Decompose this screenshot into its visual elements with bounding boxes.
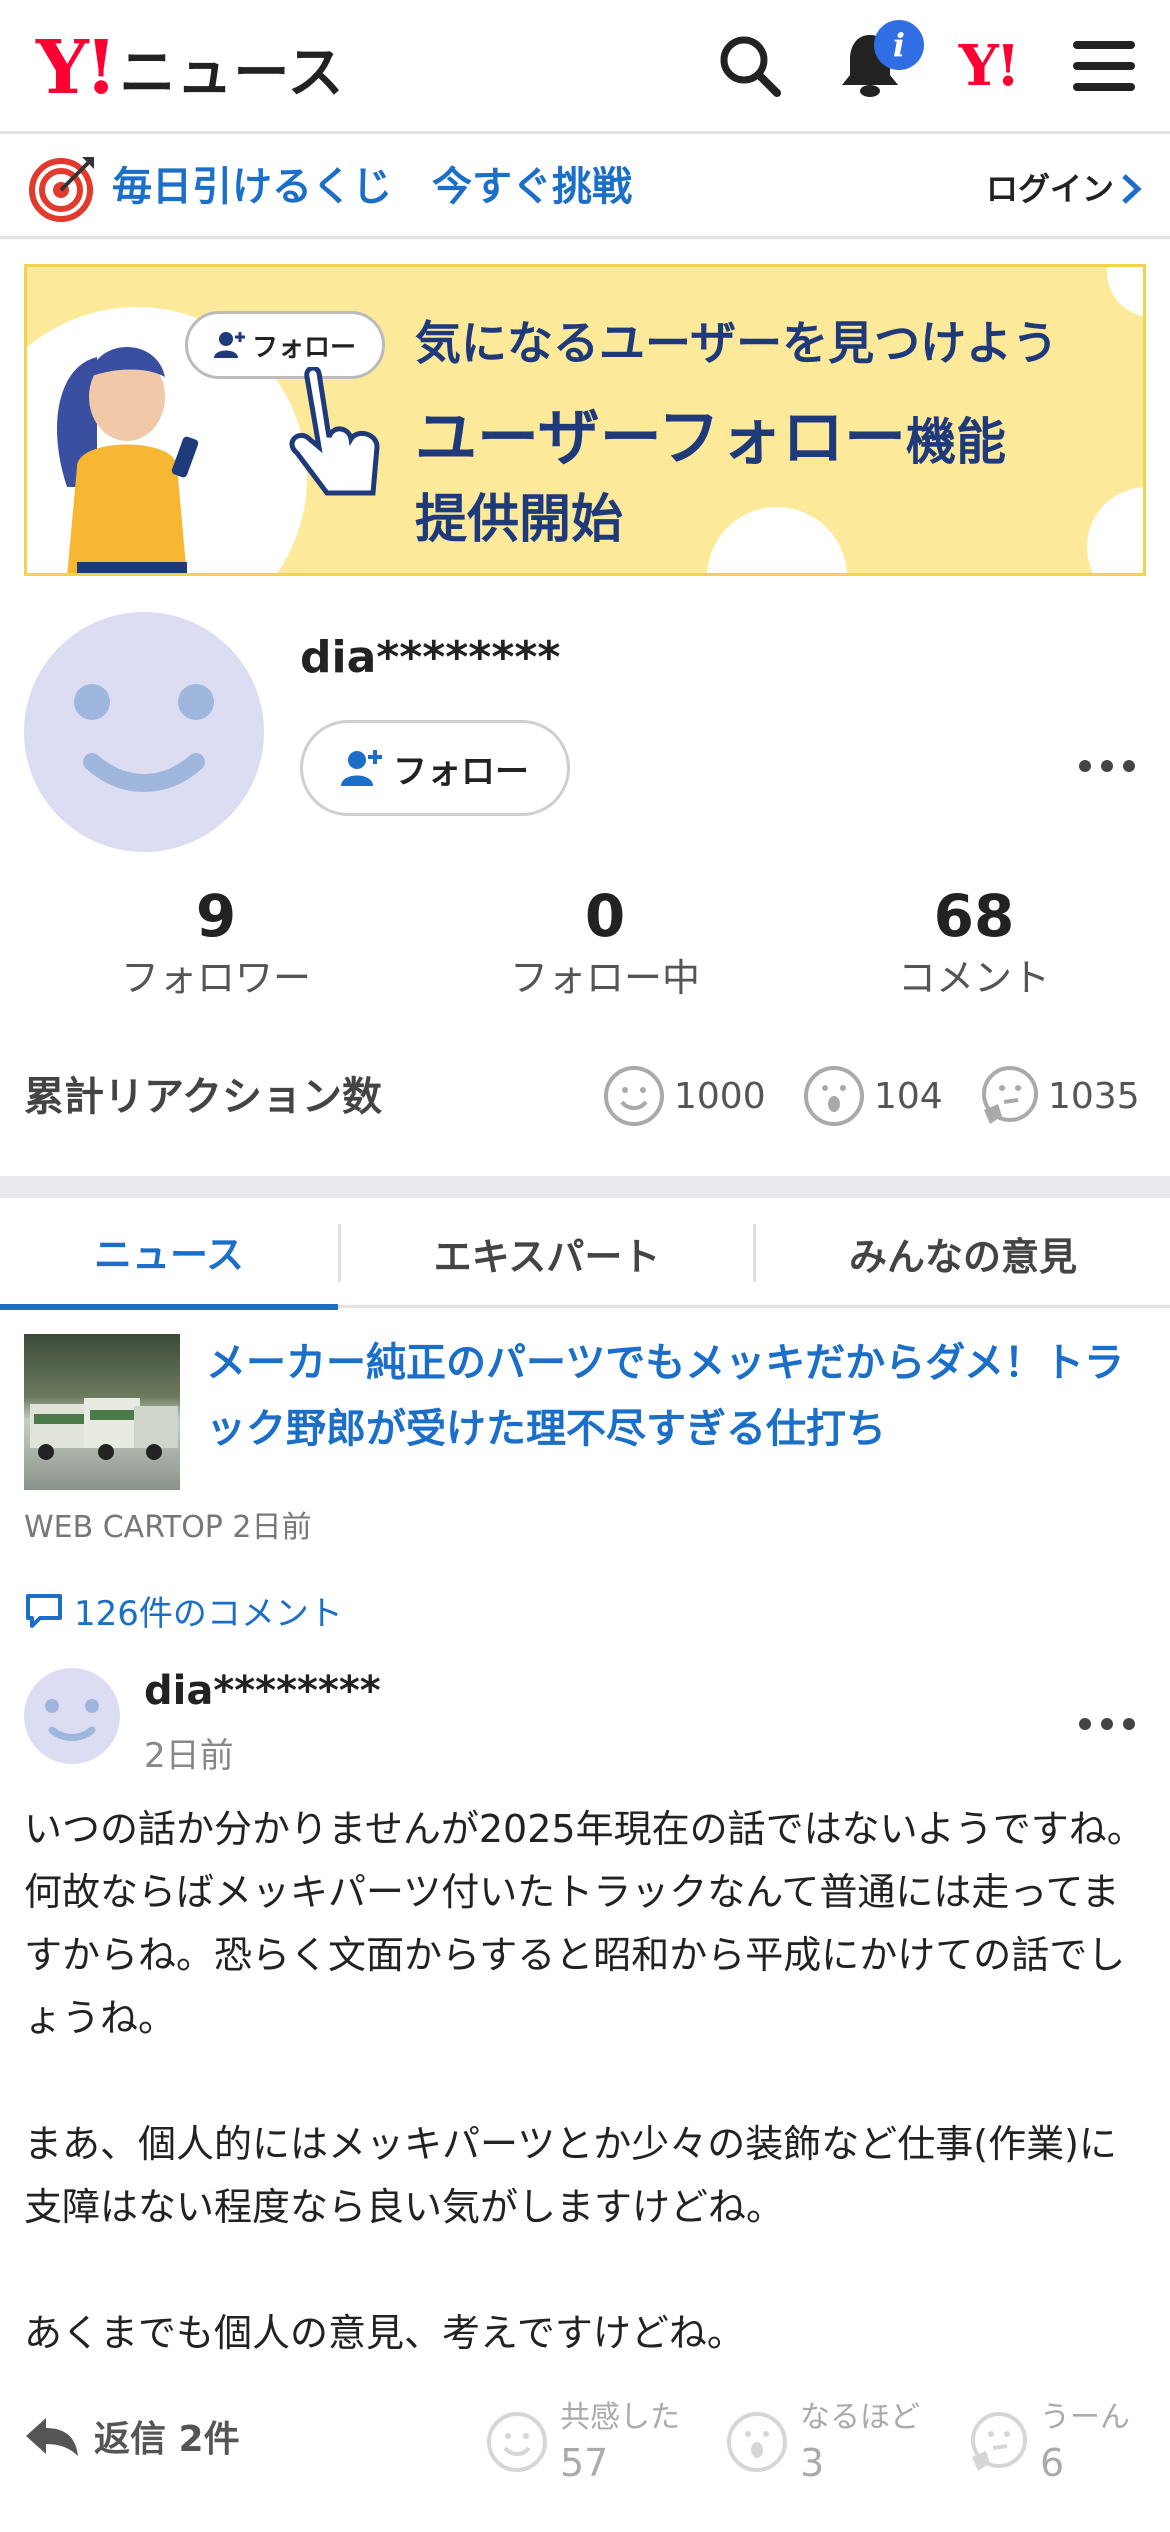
empathize-button[interactable]: 共感した 57	[484, 2388, 680, 2496]
user-follow-banner[interactable]: フォロー 気になるユーザーを見つけよう ユーザーフォロー機能 提供開始	[24, 264, 1146, 576]
notification-badge: i	[874, 20, 924, 70]
reaction-surprised-count: 104	[874, 1075, 943, 1117]
thinking-icon	[982, 1066, 1038, 1124]
article-thumbnail[interactable]	[24, 1334, 180, 1490]
smile-icon	[604, 1066, 664, 1126]
tab-news[interactable]: ニュース	[0, 1198, 338, 1310]
lottery-bar[interactable]: 毎日引けるくじ 今すぐ挑戦 ログイン	[0, 137, 1170, 239]
yahoo-news-logo[interactable]: Y! ニュース	[36, 28, 345, 108]
tab-expert[interactable]: エキスパート	[341, 1198, 753, 1308]
comment-avatar	[24, 1668, 120, 1764]
truck-thumbnail-image	[30, 1398, 178, 1460]
comment-body: いつの話か分かりませんが2025年現在の話ではないようですね。何故ならばメッキパ…	[24, 1807, 1145, 2355]
following-count: 0	[584, 882, 626, 950]
banner-line1: 気になるユーザーを見つけよう	[415, 316, 1059, 370]
surprised-icon	[804, 1066, 864, 1126]
empathize-count: 57	[560, 2441, 609, 2485]
followers-count: 9	[195, 882, 237, 950]
following-label: フォロー中	[509, 956, 700, 1000]
app-header: Y! ニュース i Y!	[0, 0, 1170, 134]
profile-avatar	[24, 612, 264, 852]
yahoo-home-icon[interactable]: Y!	[948, 26, 1028, 106]
followers-label: フォロワー	[120, 956, 311, 1000]
reaction-thinking-count: 1035	[1048, 1075, 1140, 1117]
add-user-icon	[341, 750, 382, 786]
comment-actions: 返信 2件 共感した 57 なるほど 3 うーん 6	[24, 2388, 1148, 2496]
add-user-icon	[213, 332, 245, 358]
stat-followers[interactable]: 9 フォロワー	[66, 880, 366, 1004]
follow-button-label: フォロー	[393, 751, 529, 792]
logo-text: ニュース	[119, 40, 345, 106]
reaction-surprised: 104	[802, 1056, 943, 1136]
hmm-label: うーん	[1040, 2400, 1130, 2435]
stat-comments[interactable]: 68 コメント	[824, 880, 1124, 1004]
tab-everyone-opinions[interactable]: みんなの意見	[756, 1198, 1170, 1308]
login-link[interactable]: ログイン	[986, 161, 1142, 217]
login-label: ログイン	[985, 170, 1114, 208]
hmm-count: 6	[1040, 2441, 1065, 2485]
comments-count: 68	[933, 882, 1015, 950]
reaction-thinking: 1035	[976, 1056, 1140, 1136]
article-title-link[interactable]: メーカー純正のパーツでもメッキだからダメ！トラック野郎が受けた理不尽すぎる仕打ち	[206, 1330, 1136, 1462]
reply-button[interactable]: 返信 2件	[24, 2410, 240, 2462]
yahoo-logo-mark: Y!	[36, 25, 117, 111]
hamburger-menu-icon[interactable]	[1064, 26, 1144, 106]
notification-bell-icon[interactable]: i	[830, 20, 924, 106]
comment-username: dia********	[144, 1668, 381, 1714]
comment-timestamp: 2日前	[144, 1736, 234, 1776]
reply-arrow-icon	[26, 2418, 78, 2456]
profile-stats: 9 フォロワー 0 フォロー中 68 コメント	[0, 880, 1170, 1010]
yahoo-mark-small: Y!	[958, 33, 1021, 99]
comments-label: コメント	[897, 956, 1050, 1000]
i-see-count: 3	[800, 2441, 825, 2485]
search-icon[interactable]	[710, 26, 790, 106]
surprised-icon	[727, 2412, 787, 2472]
profile-tabs: ニュース エキスパート みんなの意見	[0, 1198, 1170, 1310]
reply-label: 返信 2件	[94, 2419, 240, 2460]
section-divider	[0, 1176, 1170, 1198]
lottery-text[interactable]: 毎日引けるくじ 今すぐ挑戦	[112, 157, 632, 217]
article-comments-link[interactable]: 126件のコメント	[24, 1586, 343, 1635]
profile-username: dia********	[300, 632, 561, 683]
comments-link-label: 126件のコメント	[74, 1594, 343, 1634]
thinking-icon	[971, 2412, 1027, 2471]
banner-line2-main: ユーザーフォロー	[415, 401, 907, 474]
total-reactions: 累計リアクション数 1000 104 1035	[24, 1056, 1146, 1136]
reaction-smile: 1000	[602, 1056, 766, 1136]
target-icon	[29, 157, 94, 222]
comment-more-icon[interactable]	[1078, 1696, 1136, 1742]
banner-line2-suffix: 機能	[906, 413, 1007, 471]
follow-button[interactable]: フォロー	[300, 720, 570, 816]
reactions-title: 累計リアクション数	[24, 1074, 382, 1120]
smiley-avatar-icon	[45, 1699, 99, 1741]
banner-line3: 提供開始	[415, 490, 624, 550]
stat-following[interactable]: 0 フォロー中	[455, 880, 755, 1004]
profile-more-icon[interactable]	[1078, 738, 1136, 784]
i-see-button[interactable]: なるほど 3	[724, 2388, 920, 2496]
empathize-label: 共感した	[560, 2400, 680, 2435]
comment-bubble-icon	[26, 1593, 62, 1628]
i-see-label: なるほど	[800, 2400, 920, 2435]
reaction-smile-count: 1000	[674, 1075, 766, 1117]
banner-line2: ユーザーフォロー機能	[415, 387, 1006, 477]
banner-chip-label: フォロー	[251, 332, 356, 363]
hmm-button[interactable]: うーん 6	[964, 2388, 1130, 2496]
smiley-avatar-icon	[74, 684, 214, 792]
pointing-hand-icon	[289, 367, 380, 496]
article-source: WEB CARTOP 2日前	[24, 1510, 312, 1545]
smile-icon	[487, 2412, 547, 2472]
chevron-right-icon	[1122, 174, 1142, 204]
